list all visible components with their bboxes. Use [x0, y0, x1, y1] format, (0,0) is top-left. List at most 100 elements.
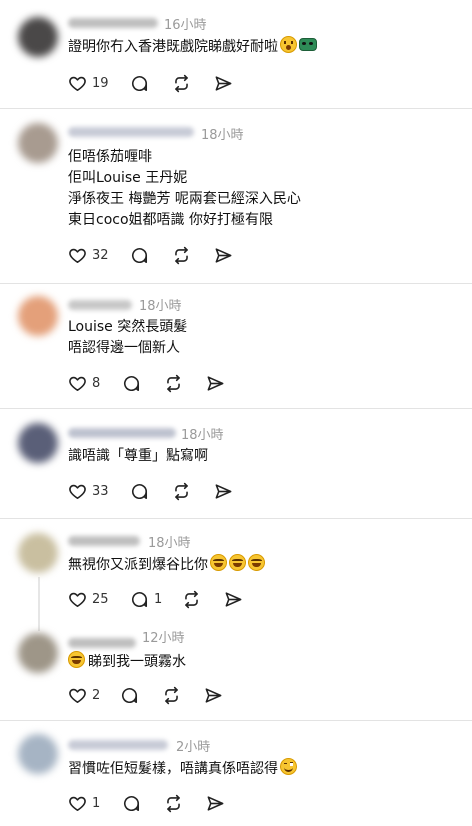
avatar[interactable] [18, 533, 58, 573]
username-blurred[interactable] [68, 740, 168, 750]
comment-icon [121, 687, 138, 703]
heart-icon [69, 592, 86, 607]
action-bar: 2 [68, 685, 268, 705]
post-time: 18小時 [139, 299, 182, 314]
like-count: 8 [92, 375, 101, 391]
avatar[interactable] [18, 633, 58, 673]
mask-icon [299, 38, 317, 51]
comment-icon [131, 591, 148, 607]
laughing-face-icon [210, 554, 227, 571]
reply-button[interactable] [130, 245, 154, 265]
post-time: 18小時 [201, 128, 244, 143]
comment-line: 唔認得邊一個新人 [68, 340, 180, 356]
repost-button[interactable] [162, 685, 181, 705]
share-button[interactable] [224, 589, 243, 609]
username-blurred[interactable] [68, 300, 132, 310]
repost-button[interactable] [172, 245, 191, 265]
post-time: 12小時 [142, 631, 185, 646]
heart-icon [69, 376, 86, 391]
comment-icon [131, 247, 148, 263]
action-bar: 19 [68, 73, 268, 93]
heart-icon [69, 688, 86, 703]
post-time: 18小時 [148, 536, 191, 551]
like-button[interactable]: 33 [68, 481, 109, 501]
comment-line: Louise 突然長頭髮 [68, 319, 188, 335]
like-button[interactable]: 19 [68, 73, 109, 93]
send-icon [225, 591, 242, 607]
reply-button[interactable] [120, 685, 144, 705]
avatar[interactable] [18, 296, 58, 336]
post-time: 2小時 [176, 740, 211, 755]
like-count: 33 [92, 483, 109, 499]
avatar[interactable] [18, 17, 58, 57]
reply-button[interactable] [122, 793, 146, 813]
reply-button[interactable]: 1 [130, 589, 162, 609]
comment-text: 證明你冇入香港既戲院睇戲好耐啦 [68, 36, 317, 57]
repost-icon [167, 374, 180, 392]
username-blurred[interactable] [68, 428, 176, 438]
like-count: 1 [92, 795, 101, 811]
reply-count: 1 [154, 591, 163, 607]
repost-button[interactable] [164, 373, 183, 393]
comment-line: 識唔識「尊重」點寫啊 [68, 448, 208, 464]
like-button[interactable]: 1 [68, 793, 100, 813]
send-icon [215, 483, 232, 499]
comment-icon [123, 795, 140, 811]
repost-icon [167, 794, 180, 812]
comment-line: 淨係夜王 梅艷芳 呢兩套已經深入民心 [68, 191, 301, 207]
comment-line: 睇到我一頭霧水 [88, 654, 186, 670]
like-button[interactable]: 8 [68, 373, 100, 393]
avatar[interactable] [18, 734, 58, 774]
comment-post: 2小時 習慣咗佢短髮樣，唔講真係唔認得 1 [0, 721, 472, 826]
repost-icon [175, 246, 188, 264]
post-time: 16小時 [164, 18, 207, 33]
share-button[interactable] [204, 685, 223, 705]
comment-line: 無視你又派到爆谷比你 [68, 557, 208, 573]
share-button[interactable] [214, 245, 233, 265]
laughing-face-icon [248, 554, 265, 571]
like-button[interactable]: 32 [68, 245, 109, 265]
reply-button[interactable] [130, 73, 154, 93]
comment-post: 18小時 Louise 突然長頭髮 唔認得邊一個新人 8 [0, 284, 472, 409]
comment-line: 證明你冇入香港既戲院睇戲好耐啦 [68, 39, 278, 55]
action-bar: 8 [68, 373, 268, 393]
comment-text: Louise 突然長頭髮 唔認得邊一個新人 [68, 317, 187, 359]
heart-icon [69, 484, 86, 499]
avatar[interactable] [18, 423, 58, 463]
smiling-face-icon [280, 758, 297, 775]
repost-button[interactable] [172, 481, 191, 501]
comment-icon [123, 375, 140, 391]
action-bar: 25 1 [68, 589, 268, 609]
repost-button[interactable] [164, 793, 183, 813]
thread-line [38, 577, 40, 631]
post-time: 18小時 [181, 428, 224, 443]
username-blurred[interactable] [68, 18, 158, 28]
username-blurred[interactable] [68, 536, 140, 546]
avatar[interactable] [18, 123, 58, 163]
heart-icon [69, 76, 86, 91]
send-icon [207, 375, 224, 391]
share-button[interactable] [214, 73, 233, 93]
share-button[interactable] [206, 373, 225, 393]
repost-icon [175, 74, 188, 92]
heart-icon [69, 248, 86, 263]
comment-post: 16小時 證明你冇入香港既戲院睇戲好耐啦 19 [0, 0, 472, 109]
share-button[interactable] [206, 793, 225, 813]
username-blurred[interactable] [68, 127, 194, 137]
username-blurred[interactable] [68, 638, 136, 648]
comment-line: 習慣咗佢短髮樣，唔講真係唔認得 [68, 761, 278, 777]
reply-button[interactable] [122, 373, 146, 393]
like-count: 2 [92, 687, 101, 703]
reply-button[interactable] [130, 481, 154, 501]
like-count: 19 [92, 75, 109, 91]
repost-button[interactable] [182, 589, 201, 609]
like-button[interactable]: 2 [68, 685, 100, 705]
comment-text: 睇到我一頭霧水 [68, 651, 186, 672]
share-button[interactable] [214, 481, 233, 501]
send-icon [215, 247, 232, 263]
repost-button[interactable] [172, 73, 191, 93]
laughing-face-icon [229, 554, 246, 571]
comment-text: 無視你又派到爆谷比你 [68, 554, 265, 575]
comment-text: 識唔識「尊重」點寫啊 [68, 446, 208, 467]
like-button[interactable]: 25 [68, 589, 109, 609]
